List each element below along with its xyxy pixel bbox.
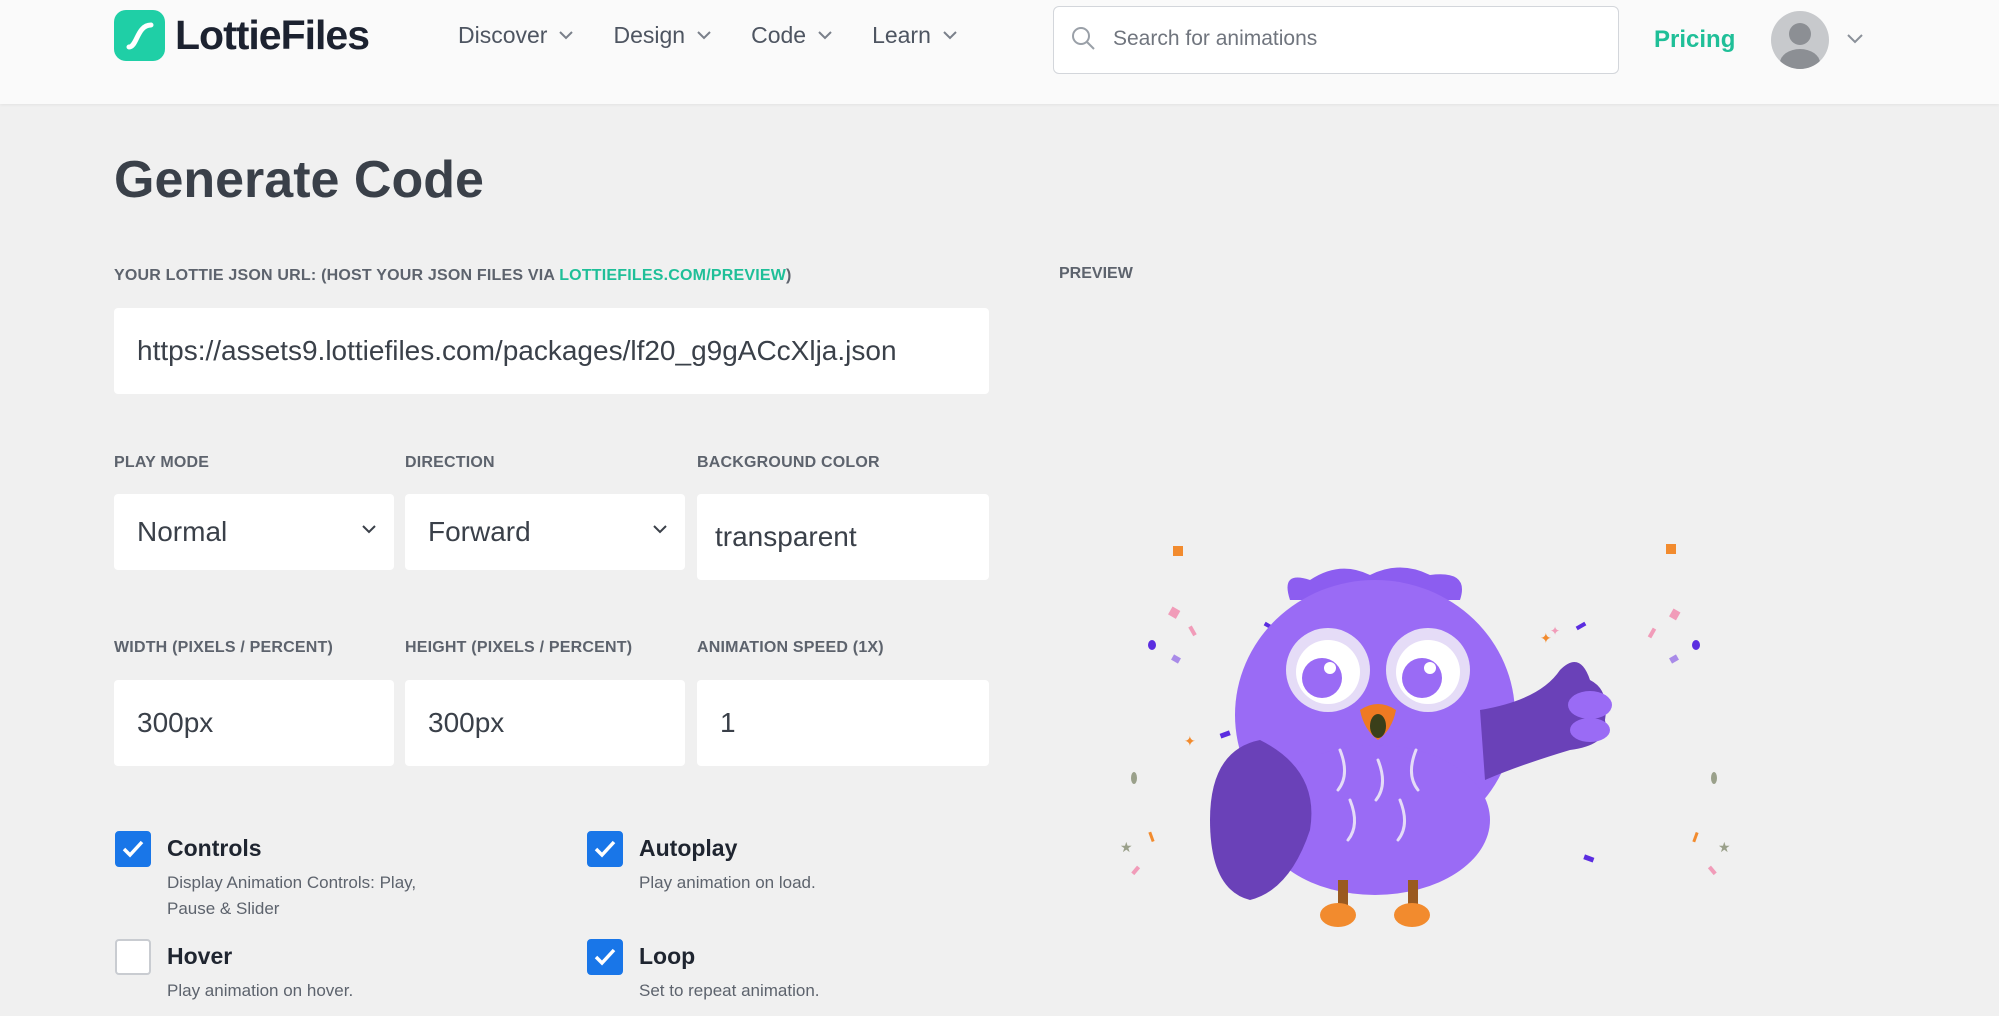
- chevron-down-icon: [818, 31, 832, 40]
- height-value: 300px: [428, 707, 505, 738]
- main-nav: Discover Design Code Learn: [458, 22, 997, 49]
- speed-value: 1: [720, 707, 736, 738]
- autoplay-desc: Play animation on load.: [639, 873, 816, 892]
- loop-desc: Set to repeat animation.: [639, 981, 820, 1000]
- chevron-down-icon[interactable]: [1847, 34, 1863, 44]
- chevron-down-icon: [362, 525, 376, 534]
- background-color-value: transparent: [715, 521, 857, 552]
- loop-checkbox[interactable]: [587, 939, 623, 975]
- nav-label: Design: [613, 22, 686, 48]
- nav-learn[interactable]: Learn: [872, 22, 957, 49]
- svg-text:✦: ✦: [1184, 734, 1196, 750]
- svg-text:★: ★: [1718, 840, 1731, 856]
- autoplay-option: Autoplay Play animation on load.: [587, 831, 899, 896]
- search-box[interactable]: [1053, 6, 1619, 74]
- svg-text:✦: ✦: [1550, 624, 1560, 638]
- play-mode-select[interactable]: Normal: [114, 494, 394, 570]
- nav-label: Learn: [872, 22, 931, 48]
- hover-checkbox[interactable]: [115, 939, 151, 975]
- background-color-input[interactable]: transparent: [697, 494, 989, 580]
- chevron-down-icon: [559, 31, 574, 40]
- logo-text: LottieFiles: [175, 12, 370, 58]
- speed-label: ANIMATION SPEED (1X): [697, 639, 884, 656]
- json-url-label: YOUR LOTTIE JSON URL: (HOST YOUR JSON FI…: [114, 267, 792, 285]
- owl-animation-preview: ✦ ✦ ✦ ✦ ✱ ★ ★: [1120, 544, 1731, 927]
- svg-text:★: ★: [1120, 840, 1133, 856]
- height-input[interactable]: 300px: [405, 680, 685, 766]
- checkmark-icon: [594, 840, 616, 858]
- direction-select[interactable]: Forward: [405, 494, 685, 570]
- top-navbar: LottieFiles Discover Design Code Learn P…: [0, 0, 1999, 104]
- loop-title: Loop: [639, 943, 696, 969]
- play-mode-label: PLAY MODE: [114, 454, 210, 471]
- lottiefiles-logo-icon: [114, 10, 165, 61]
- owl-character: [1210, 567, 1612, 927]
- controls-title: Controls: [167, 835, 262, 861]
- hover-title: Hover: [167, 943, 233, 969]
- nav-design[interactable]: Design: [613, 22, 711, 49]
- width-value: 300px: [137, 707, 214, 738]
- preview-label: PREVIEW: [1059, 265, 1133, 282]
- chevron-down-icon: [943, 31, 957, 40]
- nav-code[interactable]: Code: [751, 22, 832, 49]
- page-title: Generate Code: [114, 151, 484, 209]
- height-label: HEIGHT (PIXELS / PERCENT): [405, 639, 633, 656]
- hover-option: Hover Play animation on hover.: [115, 939, 427, 1004]
- autoplay-title: Autoplay: [639, 835, 738, 861]
- json-url-label-text: YOUR LOTTIE JSON URL: (HOST YOUR JSON FI…: [114, 267, 560, 284]
- search-icon: [1072, 27, 1095, 50]
- autoplay-checkbox[interactable]: [587, 831, 623, 867]
- search-input[interactable]: [1113, 27, 1593, 51]
- direction-label: DIRECTION: [405, 454, 495, 471]
- hover-desc: Play animation on hover.: [167, 981, 354, 1000]
- json-url-value: https://assets9.lottiefiles.com/packages…: [137, 335, 897, 366]
- direction-value: Forward: [428, 516, 531, 547]
- avatar[interactable]: [1771, 11, 1829, 69]
- width-input[interactable]: 300px: [114, 680, 394, 766]
- controls-option: Controls Display Animation Controls: Pla…: [115, 831, 427, 922]
- play-mode-value: Normal: [137, 516, 228, 547]
- speed-input[interactable]: 1: [697, 680, 989, 766]
- preview-link[interactable]: LOTTIEFILES.COM/PREVIEW: [559, 267, 786, 284]
- chevron-down-icon: [697, 31, 711, 40]
- user-avatar-icon: [1780, 23, 1820, 69]
- controls-checkbox[interactable]: [115, 831, 151, 867]
- pricing-link[interactable]: Pricing: [1654, 26, 1735, 54]
- checkmark-icon: [594, 948, 616, 966]
- logo[interactable]: LottieFiles: [114, 10, 370, 61]
- nav-discover[interactable]: Discover: [458, 22, 574, 49]
- chevron-down-icon: [653, 525, 667, 534]
- json-url-input[interactable]: https://assets9.lottiefiles.com/packages…: [114, 308, 989, 394]
- json-url-label-suffix: ): [786, 267, 792, 284]
- nav-label: Code: [751, 22, 807, 48]
- nav-label: Discover: [458, 22, 548, 48]
- width-label: WIDTH (PIXELS / PERCENT): [114, 639, 334, 656]
- background-color-label: BACKGROUND COLOR: [697, 454, 880, 471]
- controls-desc: Display Animation Controls: Play, Pause …: [167, 873, 417, 918]
- checkmark-icon: [122, 840, 144, 858]
- loop-option: Loop Set to repeat animation.: [587, 939, 899, 1004]
